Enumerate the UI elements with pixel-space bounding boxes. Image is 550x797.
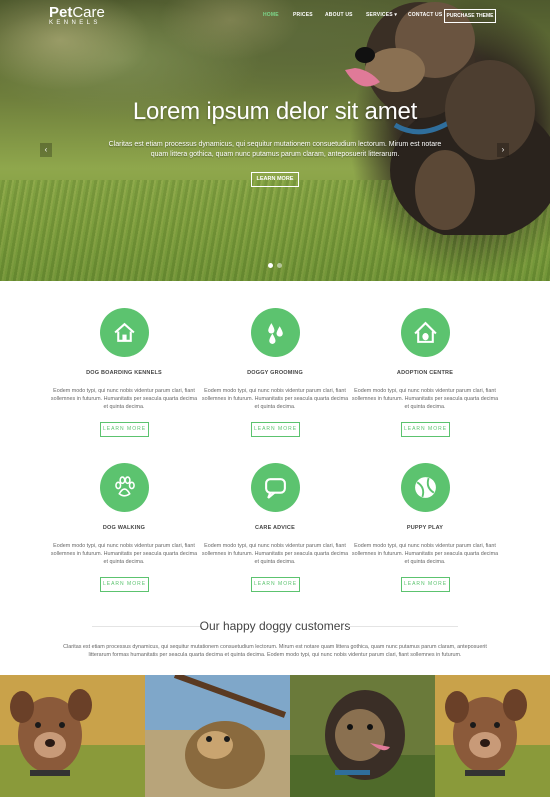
water-drops-icon [268, 323, 283, 344]
ball-icon [415, 477, 436, 498]
service-title: ADOPTION CENTRE [396, 370, 454, 376]
gallery-photo[interactable] [290, 675, 435, 797]
service-description: Eodem modo typi, qui nunc nobis videntur… [351, 543, 499, 565]
gallery-photo[interactable] [0, 675, 145, 797]
paw-icon [115, 476, 135, 497]
service-title: DOGGY GROOMING [247, 370, 303, 376]
service-icon-circle [401, 463, 450, 512]
service-icon-circle [100, 308, 149, 357]
brand-name-light: Care [72, 4, 105, 21]
service-description: Eodem modo typi, qui nunc nobis videntur… [351, 388, 499, 410]
service-description: Eodem modo typi, qui nunc nobis videntur… [50, 388, 198, 410]
service-icon-circle [251, 463, 300, 512]
slider-dot[interactable] [277, 263, 282, 268]
service-title: CARE ADVICE [255, 525, 295, 531]
slider-dot[interactable] [268, 263, 273, 268]
section-title: Our happy doggy customers [199, 619, 351, 633]
service-learn-more-button[interactable]: LEARN MORE [100, 422, 149, 437]
nav-item-services[interactable]: SERVICES ▾ [366, 12, 397, 18]
service-title: PUPPY PLAY [406, 525, 444, 531]
brand-logo[interactable]: PetCare KENNELS [49, 4, 105, 26]
service-title: DOG WALKING [102, 525, 146, 531]
brand-tagline: KENNELS [49, 20, 101, 26]
service-description: Eodem modo typi, qui nunc nobis videntur… [50, 543, 198, 565]
puppy-photo-image [435, 675, 550, 797]
slider-dots [268, 263, 282, 268]
hero-slider: PetCare KENNELS HOME PRICES ABOUT US SER… [0, 0, 550, 281]
divider-right [348, 626, 458, 627]
service-description: Eodem modo typi, qui nunc nobis videntur… [201, 388, 349, 410]
service-learn-more-button[interactable]: LEARN MORE [251, 422, 300, 437]
top-navigation: PetCare KENNELS HOME PRICES ABOUT US SER… [0, 0, 550, 32]
nav-item-contact-us[interactable]: CONTACT US [408, 12, 442, 18]
service-description: Eodem modo typi, qui nunc nobis videntur… [201, 543, 349, 565]
hero-learn-more-button[interactable]: LEARN MORE [251, 172, 299, 187]
puppy-photo-image [0, 675, 145, 797]
section-text: Claritas est etiam processus dynamicus, … [63, 644, 487, 658]
slider-next-icon[interactable]: › [497, 143, 509, 157]
gallery-photo[interactable] [435, 675, 550, 797]
brand-name-bold: Pet [49, 4, 73, 21]
service-learn-more-button[interactable]: LEARN MORE [100, 577, 149, 592]
service-learn-more-button[interactable]: LEARN MORE [401, 422, 450, 437]
dog-house-icon [414, 321, 437, 343]
purchase-theme-button[interactable]: PURCHASE THEME [444, 9, 496, 23]
hero-title: Lorem ipsum delor sit amet [132, 98, 418, 125]
service-icon-circle [100, 463, 149, 512]
yorkie-photo-image [145, 675, 290, 797]
nav-item-prices[interactable]: PRICES [293, 12, 313, 18]
house-icon [114, 322, 135, 342]
nav-item-home[interactable]: HOME [263, 12, 279, 18]
hero-text: Claritas est etiam processus dynamicus, … [108, 141, 442, 158]
service-icon-circle [251, 308, 300, 357]
service-icon-circle [401, 308, 450, 357]
service-learn-more-button[interactable]: LEARN MORE [401, 577, 450, 592]
service-learn-more-button[interactable]: LEARN MORE [251, 577, 300, 592]
speech-bubble-icon [265, 478, 286, 499]
customer-gallery [0, 675, 550, 797]
service-title: DOG BOARDING KENNELS [86, 370, 162, 376]
yorkie-tongue-photo-image [290, 675, 435, 797]
slider-prev-icon[interactable]: ‹ [40, 143, 52, 157]
gallery-photo[interactable] [145, 675, 290, 797]
nav-item-about-us[interactable]: ABOUT US [325, 12, 353, 18]
